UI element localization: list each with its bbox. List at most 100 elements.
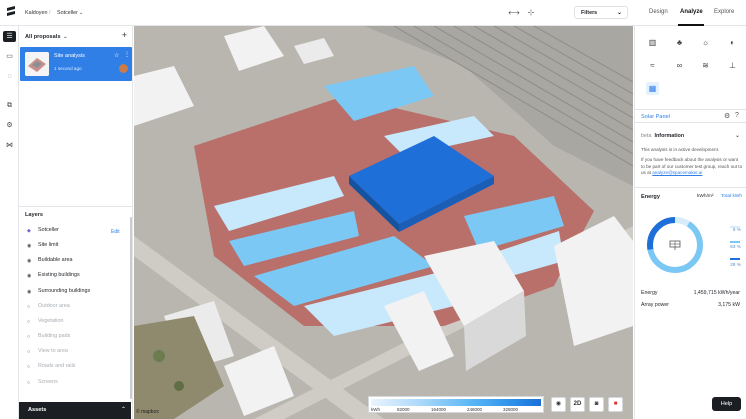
layer-item[interactable]: ○ View to area xyxy=(27,348,68,358)
energy-title: Energy xyxy=(641,194,660,200)
view-2d-button[interactable]: 2D xyxy=(570,397,585,412)
target-icon[interactable]: ⊹ xyxy=(524,7,538,19)
layer-label: Building pads xyxy=(38,333,71,339)
proposal-thumbnail xyxy=(25,52,49,76)
proposals-title[interactable]: All proposals xyxy=(25,34,60,40)
map-attribution: © mapbox xyxy=(136,409,159,415)
percentage-swatch xyxy=(730,241,740,243)
settings-icon[interactable]: ⚙ xyxy=(724,112,730,120)
unit-option-kwh-m2[interactable]: kWh/m² xyxy=(697,194,714,199)
legend-tick: 328000 xyxy=(503,407,519,412)
chevron-down-icon[interactable]: ⌄ xyxy=(735,132,740,139)
tab-analyze[interactable]: Analyze xyxy=(680,9,703,15)
layer-label: Roads and rails xyxy=(38,363,76,369)
eye-off-icon[interactable]: ○ xyxy=(27,350,32,355)
book-rail-icon[interactable]: ▭ xyxy=(3,51,16,62)
proposal-card[interactable]: Site analysis 1 second ago ☆ ⋮ xyxy=(20,47,132,81)
eye-icon[interactable]: ◉ xyxy=(27,290,32,295)
record-button[interactable]: ■ xyxy=(608,397,623,412)
eye-icon: ◉ xyxy=(555,401,562,407)
assets-label: Assets xyxy=(28,407,47,413)
map-viewport[interactable] xyxy=(134,26,633,419)
eye-off-icon[interactable]: ○ xyxy=(27,335,32,340)
proposals-rail-icon[interactable]: ☰ xyxy=(3,31,16,42)
layer-item[interactable]: ◉ Buildable area xyxy=(27,257,72,267)
legend-tick: 246000 xyxy=(467,407,483,412)
view-tool-icon[interactable]: ∞ xyxy=(673,59,686,72)
eye-off-icon[interactable]: ○ xyxy=(27,381,32,386)
unit-option-total-kwh[interactable]: Total kWh xyxy=(721,194,742,199)
help-circle-icon[interactable]: ? xyxy=(735,112,739,119)
left-rail: ☰ ▭ ◌ ⧉ ⚙ ⋈ xyxy=(0,26,19,419)
layer-label: Surrounding buildings xyxy=(38,288,91,294)
layer-label: Buildable area xyxy=(38,257,73,263)
eye-off-icon[interactable]: ○ xyxy=(27,305,32,310)
layer-item[interactable]: ◉ Existing buildings xyxy=(27,272,80,282)
stat-value: 1,459,715 kWh/year xyxy=(693,290,740,296)
copy-rail-icon[interactable]: ⧉ xyxy=(3,100,16,111)
diamond-icon: ◆ xyxy=(27,228,31,234)
stat-label: Energy xyxy=(641,290,658,296)
eye-icon[interactable]: ◉ xyxy=(27,244,32,249)
information-section-toggle[interactable]: beta Information xyxy=(641,133,684,139)
top-bar: Kaldoyen / Sotceller ⌄ ⟷ ⊹ Filters ⌄ Des… xyxy=(0,0,746,26)
more-options-icon[interactable]: ⋮ xyxy=(124,51,130,58)
feedback-email-link[interactable]: analyze@spacemaker.ai xyxy=(652,170,702,175)
tab-explore[interactable]: Explore xyxy=(714,9,734,15)
screenshot-button[interactable]: ◙ xyxy=(589,397,604,412)
tab-design[interactable]: Design xyxy=(649,9,668,15)
stat-value: 3,175 kW xyxy=(718,302,740,308)
legend-unit: kWh xyxy=(371,407,380,412)
eye-off-icon[interactable]: ○ xyxy=(27,320,32,325)
filters-dropdown[interactable]: Filters ⌄ xyxy=(574,6,628,19)
layer-label: Existing buildings xyxy=(38,272,80,278)
layer-item[interactable]: ○ Building pads xyxy=(27,333,70,343)
settings-rail-icon[interactable]: ⚙ xyxy=(3,120,16,131)
noise-tool-icon[interactable]: ≈ xyxy=(646,59,659,72)
wind-tool-icon[interactable]: ≋ xyxy=(699,59,712,72)
energy-legend: kWh 82000 164000 246000 328000 xyxy=(368,396,544,413)
eye-icon[interactable]: ◉ xyxy=(27,274,32,279)
layer-label: Vegetation xyxy=(38,318,64,324)
sun-hours-tool-icon[interactable]: ◐ xyxy=(726,36,739,49)
layer-item[interactable]: ○ Screens xyxy=(27,379,58,389)
chevron-down-icon[interactable]: ⌄ xyxy=(63,34,68,40)
legend-tick: 164000 xyxy=(431,407,447,412)
breadcrumb-org[interactable]: Kaldoyen xyxy=(25,10,47,16)
sun-tool-icon[interactable]: ☼ xyxy=(699,36,712,49)
record-icon: ■ xyxy=(613,401,618,407)
layer-item[interactable]: ◉ Site limit xyxy=(27,242,58,252)
section-title: Information xyxy=(654,133,685,139)
layer-item[interactable]: ○ Vegetation xyxy=(27,318,63,328)
layer-label: Outdoor area xyxy=(38,303,70,309)
eye-off-icon[interactable]: ○ xyxy=(27,365,32,370)
chevron-down-icon[interactable]: ⌄ xyxy=(79,10,83,16)
layer-item[interactable]: ◉ Surrounding buildings xyxy=(27,288,90,298)
map-scene xyxy=(134,26,633,419)
star-icon[interactable]: ☆ xyxy=(114,52,119,59)
comment-rail-icon[interactable]: ◌ xyxy=(3,71,16,82)
layer-item[interactable]: ○ Roads and rails xyxy=(27,363,75,373)
network-rail-icon[interactable]: ⋈ xyxy=(3,140,16,151)
help-button[interactable]: Help xyxy=(712,397,741,411)
layers-scrollbar[interactable] xyxy=(130,217,132,399)
beta-tag: beta xyxy=(641,133,652,139)
measure-icon[interactable]: ⟷ xyxy=(507,7,521,19)
tree-tool-icon[interactable]: ♣ xyxy=(673,36,686,49)
assets-panel-toggle[interactable]: Assets ⌃ xyxy=(19,402,131,419)
layer-item[interactable]: ◆ Sotceller xyxy=(27,227,59,237)
edit-layers-link[interactable]: Edit xyxy=(111,229,120,235)
legend-gradient xyxy=(371,399,541,406)
solar-panel-tool-icon[interactable]: ▦ xyxy=(646,82,659,95)
buildings-tool-icon[interactable]: ▥ xyxy=(646,36,659,49)
divider xyxy=(635,187,746,188)
solar-panel-icon xyxy=(669,240,681,250)
thermometer-tool-icon[interactable]: ⊥ xyxy=(726,59,739,72)
app-logo-icon[interactable] xyxy=(5,5,17,19)
eye-icon[interactable]: ◉ xyxy=(27,259,32,264)
add-proposal-icon[interactable]: + xyxy=(122,30,127,40)
energy-donut-chart xyxy=(647,217,703,273)
layer-item[interactable]: ○ Outdoor area xyxy=(27,303,70,313)
breadcrumb-project[interactable]: Sotceller xyxy=(57,10,78,16)
visibility-toggle-button[interactable]: ◉ xyxy=(551,397,566,412)
